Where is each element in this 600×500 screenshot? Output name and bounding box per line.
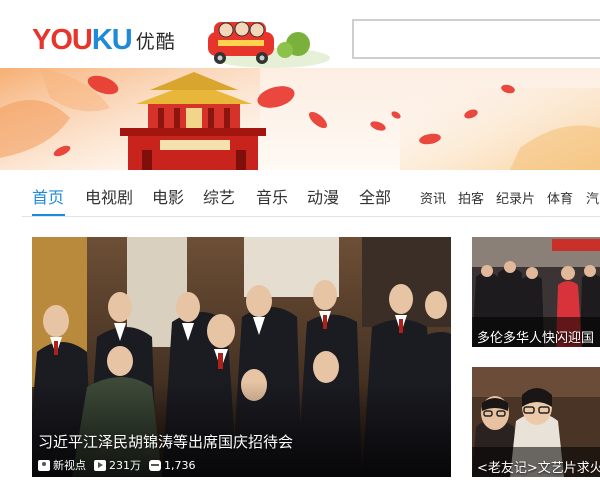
channel-nav: 首页 电视剧 电影 综艺 音乐 动漫 全部 资讯 拍客 纪录片 体育 汽 <box>0 170 600 218</box>
national-day-banner <box>0 68 600 170</box>
tab-news[interactable]: 资讯 <box>420 188 446 207</box>
nav-divider <box>22 216 600 217</box>
tab-variety[interactable]: 综艺 <box>203 184 235 208</box>
banner-artwork <box>0 68 600 170</box>
tab-paike[interactable]: 拍客 <box>458 188 484 207</box>
side-video-title[interactable]: 多伦多华人快闪迎国 <box>477 327 594 346</box>
holiday-car-mascot-icon <box>208 21 330 68</box>
play-count: 231万 <box>109 459 141 472</box>
tab-auto[interactable]: 汽 <box>586 188 599 207</box>
user-icon <box>38 459 50 471</box>
tab-all[interactable]: 全部 <box>359 184 391 208</box>
tab-sports[interactable]: 体育 <box>547 188 573 207</box>
featured-video-title[interactable]: 习近平江泽民胡锦涛等出席国庆招待会 <box>38 431 293 452</box>
search-box[interactable] <box>352 19 600 59</box>
site-header: YOUKU 优酷 <box>0 0 600 72</box>
comment-icon <box>149 459 161 471</box>
logo-chinese-name: 优酷 <box>135 30 176 53</box>
tab-tv-series[interactable]: 电视剧 <box>85 184 133 208</box>
logo-wordmark: YOUKU <box>32 23 133 56</box>
channel-name[interactable]: 新视点 <box>53 457 86 473</box>
featured-video-meta: 新视点 231万 1,736 <box>38 457 196 473</box>
tab-music[interactable]: 音乐 <box>256 184 288 208</box>
youku-logo[interactable]: YOUKU 优酷 <box>32 24 176 56</box>
side-video-card[interactable]: 多伦多华人快闪迎国 <box>472 237 600 347</box>
featured-video[interactable]: 习近平江泽民胡锦涛等出席国庆招待会 新视点 231万 1,736 <box>32 237 451 477</box>
side-video-title[interactable]: <老友记>文艺片求火 <box>477 457 600 476</box>
tab-movies[interactable]: 电影 <box>152 184 184 208</box>
play-icon <box>94 459 106 471</box>
tab-documentary[interactable]: 纪录片 <box>496 188 535 207</box>
comment-count: 1,736 <box>164 458 196 472</box>
tab-home[interactable]: 首页 <box>32 184 64 208</box>
tab-anime[interactable]: 动漫 <box>307 184 339 208</box>
side-video-card[interactable]: <老友记>文艺片求火 <box>472 367 600 477</box>
search-input[interactable] <box>354 21 600 57</box>
